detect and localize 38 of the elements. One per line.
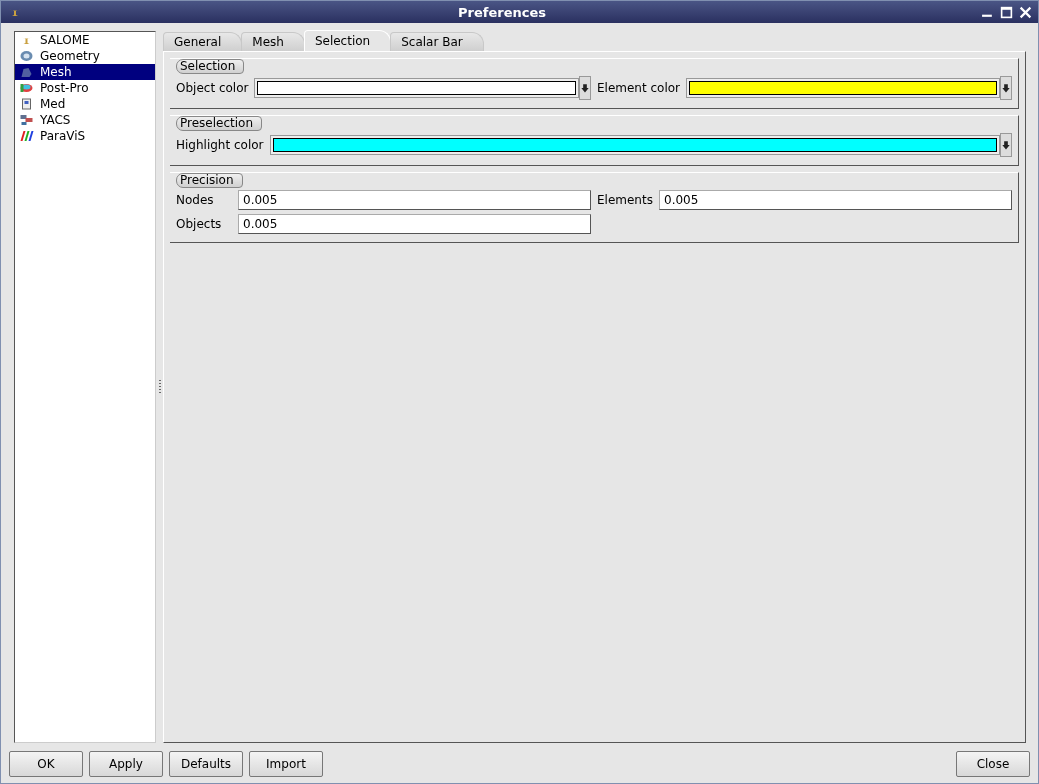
dialog-button[interactable]: Import <box>249 751 323 777</box>
tab[interactable]: Selection <box>303 30 392 51</box>
field-label: Objects <box>176 217 223 231</box>
module-item[interactable]: Post-Pro <box>15 80 155 96</box>
maximize-icon[interactable] <box>1000 5 1013 19</box>
tab[interactable]: Scalar Bar <box>390 32 484 51</box>
group-title: Precision <box>176 173 243 188</box>
field-label: Element color <box>597 81 681 95</box>
close-icon[interactable] <box>1019 5 1032 19</box>
mesh-icon <box>19 66 34 78</box>
field-label: Object color <box>176 81 249 95</box>
module-item[interactable]: Med <box>15 96 155 112</box>
dialog-button[interactable]: OK <box>9 751 83 777</box>
field-label: Nodes <box>176 193 215 207</box>
tab[interactable]: Mesh <box>241 32 305 51</box>
sphere-icon <box>19 50 34 62</box>
blocks-icon <box>19 114 34 126</box>
number-field[interactable]: 0.005 <box>659 190 1012 210</box>
dialog-button[interactable]: Apply <box>89 751 163 777</box>
module-item[interactable]: YACS <box>15 112 155 128</box>
number-field[interactable]: 0.005 <box>238 190 591 210</box>
field-label: Highlight color <box>176 138 264 152</box>
group-title: Preselection <box>176 116 262 131</box>
number-field[interactable]: 0.005 <box>238 214 591 234</box>
colormap-icon <box>19 82 34 94</box>
module-item[interactable]: Mesh <box>15 64 155 80</box>
splitter-handle[interactable] <box>158 380 161 394</box>
tab[interactable]: General <box>163 32 243 51</box>
module-item[interactable]: Geometry <box>15 48 155 64</box>
module-item[interactable]: ParaViS <box>15 128 155 144</box>
stripes-icon <box>19 130 34 142</box>
field-label: Elements <box>597 193 653 207</box>
close-button[interactable]: Close <box>956 751 1030 777</box>
document-icon <box>19 98 34 110</box>
module-item[interactable]: SALOME <box>15 32 155 48</box>
dialog-button[interactable]: Defaults <box>169 751 243 777</box>
group-title: Selection <box>176 59 245 74</box>
window-title: Preferences <box>457 4 547 20</box>
